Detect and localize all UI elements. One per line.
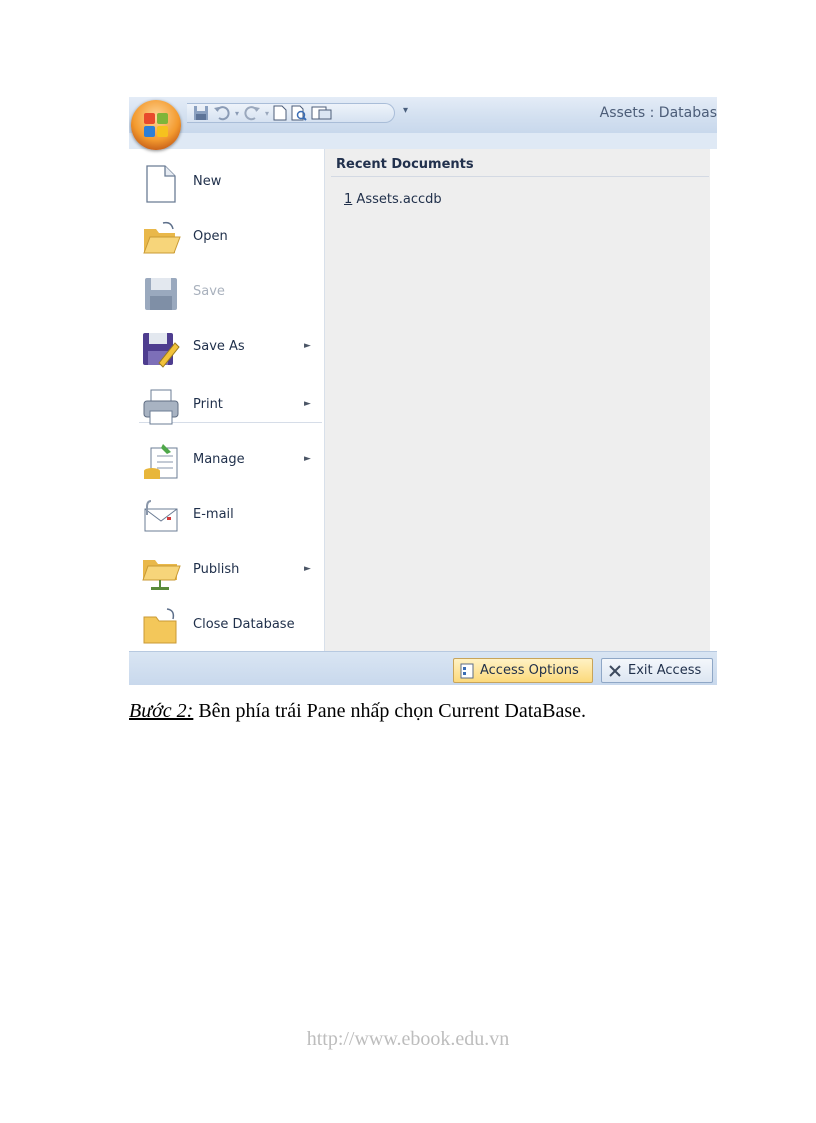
office-button[interactable] bbox=[131, 100, 181, 150]
exit-access-label: Exit Access bbox=[628, 663, 702, 678]
menu-item-save[interactable]: Save bbox=[129, 264, 324, 319]
close-database-icon bbox=[143, 608, 177, 644]
menu-item-open[interactable]: Open bbox=[129, 209, 324, 264]
spelling-icon[interactable] bbox=[311, 105, 333, 121]
office-menu-commands: New Open Save Save As ► Print ► Manage ►… bbox=[129, 149, 325, 651]
close-icon bbox=[609, 664, 621, 677]
redo-icon[interactable] bbox=[243, 105, 261, 121]
step-caption: Bước 2: Bên phía trái Pane nhấp chọn Cur… bbox=[129, 700, 586, 723]
menu-item-label: Close Database bbox=[193, 617, 295, 632]
menu-item-label: E-mail bbox=[193, 507, 234, 522]
customize-toolbar-icon[interactable]: ▾ bbox=[403, 105, 408, 116]
redo-dropdown-icon[interactable]: ▾ bbox=[265, 109, 269, 118]
office-menu: New Open Save Save As ► Print ► Manage ►… bbox=[129, 149, 717, 661]
recent-documents-header: Recent Documents bbox=[336, 157, 474, 172]
submenu-arrow-icon: ► bbox=[304, 564, 311, 574]
step-text: Bên phía trái Pane nhấp chọn Current Dat… bbox=[193, 700, 586, 722]
submenu-arrow-icon: ► bbox=[304, 341, 311, 351]
footer-url: http://www.ebook.edu.vn bbox=[306, 1028, 510, 1050]
title-bar: ▾ ▾ ▾ Assets : Databas bbox=[129, 97, 717, 133]
access-screenshot: ▾ ▾ ▾ Assets : Databas New Open Save Sav… bbox=[129, 97, 717, 685]
printer-icon bbox=[143, 389, 179, 425]
office-menu-footer: Access Options Exit Access bbox=[129, 651, 717, 685]
window-title: Assets : Databas bbox=[599, 105, 717, 121]
access-options-label: Access Options bbox=[480, 663, 579, 678]
submenu-arrow-icon: ► bbox=[304, 399, 311, 409]
menu-item-label: Print bbox=[193, 397, 223, 412]
menu-item-label: Manage bbox=[193, 452, 245, 467]
menu-item-save-as[interactable]: Save As ► bbox=[129, 319, 324, 374]
menu-item-label: New bbox=[193, 174, 222, 189]
open-folder-icon bbox=[143, 221, 181, 254]
undo-icon[interactable] bbox=[213, 105, 231, 121]
recent-documents-pane: Recent Documents 1 Assets.accdb bbox=[324, 149, 710, 651]
recent-document-name: Assets.accdb bbox=[356, 192, 442, 207]
menu-item-label: Publish bbox=[193, 562, 240, 577]
exit-access-button[interactable]: Exit Access bbox=[601, 658, 713, 683]
manage-icon bbox=[144, 444, 178, 479]
office-logo-icon bbox=[144, 113, 168, 137]
publish-icon bbox=[142, 560, 181, 590]
menu-item-close-database[interactable]: Close Database bbox=[129, 597, 324, 652]
options-icon bbox=[460, 663, 474, 678]
recent-document-index: 1 bbox=[344, 192, 353, 207]
save-icon bbox=[145, 278, 177, 310]
menu-item-publish[interactable]: Publish ► bbox=[129, 542, 324, 597]
menu-item-label: Open bbox=[193, 229, 228, 244]
header-divider bbox=[331, 176, 709, 177]
access-options-button[interactable]: Access Options bbox=[453, 658, 593, 683]
menu-item-manage[interactable]: Manage ► bbox=[129, 432, 324, 487]
recent-document-item[interactable]: 1 Assets.accdb bbox=[344, 192, 442, 207]
submenu-arrow-icon: ► bbox=[304, 454, 311, 464]
email-icon bbox=[144, 500, 178, 532]
menu-item-print[interactable]: Print ► bbox=[129, 377, 324, 432]
menu-item-label: Save bbox=[193, 284, 225, 299]
menu-item-new[interactable]: New bbox=[129, 154, 324, 209]
menu-item-email[interactable]: E-mail bbox=[129, 487, 324, 542]
quick-access-toolbar: ▾ ▾ bbox=[187, 103, 395, 123]
new-document-icon[interactable] bbox=[273, 105, 287, 121]
menu-item-label: Save As bbox=[193, 339, 245, 354]
new-document-icon bbox=[146, 165, 176, 203]
undo-dropdown-icon[interactable]: ▾ bbox=[235, 109, 239, 118]
save-as-icon bbox=[143, 333, 180, 368]
save-icon[interactable] bbox=[193, 105, 209, 121]
print-preview-icon[interactable] bbox=[291, 105, 307, 121]
step-number: Bước 2: bbox=[129, 700, 194, 722]
